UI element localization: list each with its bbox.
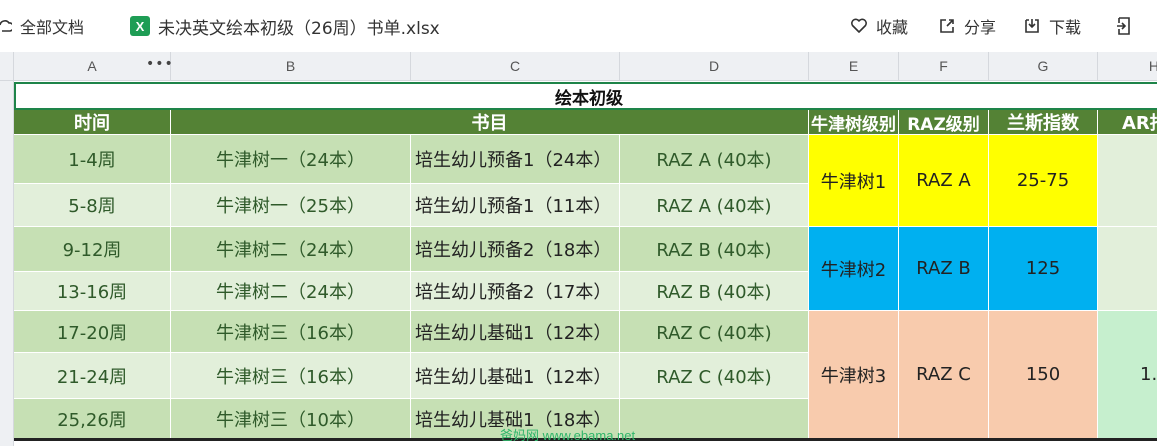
select-all-corner[interactable]	[0, 52, 14, 81]
cell-pearson-books[interactable]: 培生幼儿基础1（12本）	[411, 353, 620, 399]
download-label: 下载	[1049, 18, 1082, 37]
share-icon	[938, 17, 956, 35]
column-header-c[interactable]: C	[411, 52, 620, 81]
heart-icon	[850, 18, 868, 34]
cell-lexile[interactable]: 125	[989, 227, 1098, 311]
file-title: X 未决英文绘本初级（26周）书单.xlsx	[130, 0, 440, 52]
favorite-button[interactable]: 收藏	[850, 0, 908, 52]
header-lexile[interactable]: 兰斯指数	[989, 110, 1098, 135]
row-header-strip[interactable]	[0, 81, 14, 446]
column-header-d[interactable]: D	[620, 52, 809, 81]
header-oxford-level[interactable]: 牛津树级别	[809, 110, 899, 135]
cell-raz-books[interactable]: RAZ C (40本)	[620, 311, 809, 353]
watermark: 爸妈网 www.ebama.net	[500, 428, 636, 443]
header-books[interactable]: 书目	[171, 110, 809, 135]
cell-time[interactable]: 9-12周	[14, 227, 171, 272]
cell-oxford-level[interactable]: 牛津树2	[809, 227, 899, 311]
cell-ar[interactable]	[1098, 227, 1157, 311]
cell-oxford-books[interactable]: 牛津树一（24本）	[171, 135, 411, 184]
all-docs-label: 全部文档	[20, 18, 85, 37]
more-icon[interactable]: •••	[146, 56, 174, 72]
header-raz-level[interactable]: RAZ级别	[899, 110, 989, 135]
cell-oxford-books[interactable]: 牛津树三（10本）	[171, 399, 411, 439]
cell-time[interactable]: 13-16周	[14, 272, 171, 311]
column-header-f[interactable]: F	[899, 52, 989, 81]
cell-time[interactable]: 1-4周	[14, 135, 171, 184]
column-header-h[interactable]: H	[1098, 52, 1157, 81]
top-bar: 全部文档 X 未决英文绘本初级（26周）书单.xlsx 收藏 分享 下载	[0, 0, 1157, 52]
exit-button[interactable]	[1115, 0, 1133, 52]
download-icon	[1023, 17, 1041, 35]
cell-raz-level[interactable]: RAZ C	[899, 311, 989, 439]
cell-oxford-books[interactable]: 牛津树三（16本）	[171, 311, 411, 353]
cell-pearson-books[interactable]: 培生幼儿基础1（12本）	[411, 311, 620, 353]
cell-pearson-books[interactable]: 培生幼儿预备1（11本）	[411, 184, 620, 227]
cell-ar[interactable]	[1098, 135, 1157, 227]
all-docs-link[interactable]: 全部文档	[0, 0, 84, 52]
cell-raz-level[interactable]: RAZ A	[899, 135, 989, 227]
cell-lexile[interactable]: 25-75	[989, 135, 1098, 227]
cell-oxford-books[interactable]: 牛津树一（25本）	[171, 184, 411, 227]
cell-raz-books[interactable]: RAZ A (40本)	[620, 135, 809, 184]
cell-raz-books[interactable]	[620, 399, 809, 439]
cell-oxford-level[interactable]: 牛津树1	[809, 135, 899, 227]
cell-raz-books[interactable]: RAZ C (40本)	[620, 353, 809, 399]
cell-pearson-books[interactable]: 培生幼儿预备2（18本）	[411, 227, 620, 272]
cell-oxford-books[interactable]: 牛津树三（16本）	[171, 353, 411, 399]
share-label: 分享	[964, 18, 997, 37]
cell-raz-books[interactable]: RAZ B (40本)	[620, 227, 809, 272]
cell-pearson-books[interactable]: 培生幼儿预备1（24本）	[411, 135, 620, 184]
share-button[interactable]: 分享	[938, 0, 996, 52]
cell-oxford-books[interactable]: 牛津树二（24本）	[171, 227, 411, 272]
cell-lexile[interactable]: 150	[989, 311, 1098, 439]
column-header-b[interactable]: B	[171, 52, 411, 81]
favorite-label: 收藏	[876, 18, 909, 37]
column-header-g[interactable]: G	[989, 52, 1098, 81]
cloud-icon	[0, 17, 12, 35]
cell-time[interactable]: 21-24周	[14, 353, 171, 399]
column-header-e[interactable]: E	[809, 52, 899, 81]
excel-file-icon: X	[130, 16, 150, 36]
download-button[interactable]: 下载	[1023, 0, 1081, 52]
exit-icon	[1115, 16, 1133, 36]
cell-time[interactable]: 25,26周	[14, 399, 171, 439]
header-time[interactable]: 时间	[14, 110, 171, 135]
cell-oxford-books[interactable]: 牛津树二（24本）	[171, 272, 411, 311]
cell-raz-books[interactable]: RAZ A (40本)	[620, 184, 809, 227]
spreadsheet-grid[interactable]: A ••• B C D E F G H 绘本初级 时间 书目 牛津树级别 RAZ…	[0, 52, 1157, 446]
cell-ar[interactable]: 1.	[1098, 311, 1157, 439]
cell-oxford-level[interactable]: 牛津树3	[809, 311, 899, 439]
cell-raz-level[interactable]: RAZ B	[899, 227, 989, 311]
cell-raz-books[interactable]: RAZ B (40本)	[620, 272, 809, 311]
cell-time[interactable]: 5-8周	[14, 184, 171, 227]
cell-time[interactable]: 17-20周	[14, 311, 171, 353]
file-name: 未决英文绘本初级（26周）书单.xlsx	[158, 18, 440, 39]
sheet-title-cell[interactable]: 绘本初级	[14, 82, 1157, 110]
cell-pearson-books[interactable]: 培生幼儿预备2（17本）	[411, 272, 620, 311]
header-ar[interactable]: AR指	[1098, 110, 1157, 135]
